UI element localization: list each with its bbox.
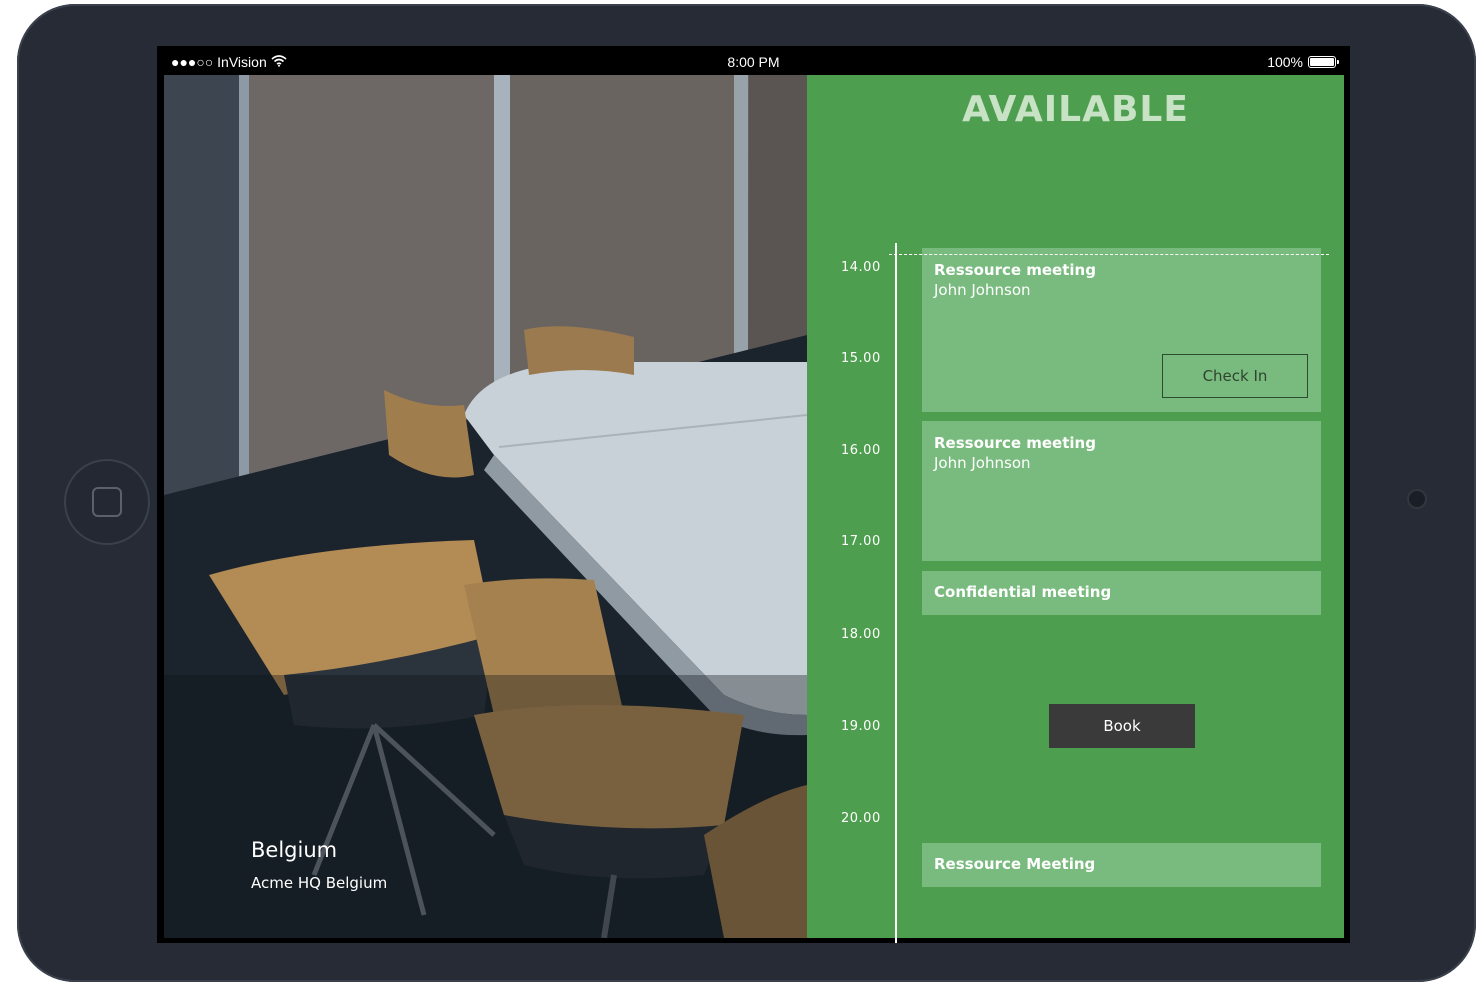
hour-label: 15.00 (841, 351, 881, 366)
hour-label: 19.00 (841, 719, 881, 734)
status-bar: ●●●○○ InVision 8:00 PM 100% (157, 46, 1350, 75)
event-title: Ressource meeting (934, 261, 1096, 279)
event-title: Confidential meeting (934, 583, 1112, 601)
camera-icon (1407, 489, 1427, 509)
room-photo: Belgium Acme HQ Belgium (164, 75, 807, 938)
hour-label: 17.00 (841, 534, 881, 549)
room-location: Acme HQ Belgium (251, 874, 388, 892)
screen: ●●●○○ InVision 8:00 PM 100% Belgium Acme… (157, 46, 1350, 943)
hour-label: 14.00 (841, 260, 881, 275)
timeline-axis (895, 243, 897, 943)
event-organizer: John Johnson (934, 281, 1031, 299)
room-name: Belgium (251, 838, 338, 862)
event-card[interactable]: Confidential meeting (922, 571, 1321, 615)
book-button[interactable]: Book (1049, 704, 1195, 748)
hour-label: 16.00 (841, 443, 881, 458)
availability-status: AVAILABLE (962, 89, 1189, 130)
battery-icon (1308, 56, 1339, 68)
event-title: Ressource Meeting (934, 855, 1096, 873)
battery-label: 100% (1267, 54, 1303, 70)
event-organizer: John Johnson (934, 454, 1031, 472)
event-card[interactable]: Ressource Meeting (922, 843, 1321, 887)
current-time-indicator (889, 254, 1329, 255)
event-title: Ressource meeting (934, 434, 1096, 452)
clock: 8:00 PM (727, 54, 780, 70)
hour-label: 18.00 (841, 627, 881, 642)
event-card[interactable]: Ressource meeting John Johnson Check In (922, 248, 1321, 412)
hour-label: 20.00 (841, 811, 881, 826)
home-button-icon[interactable] (64, 459, 150, 545)
battery-status: 100% (1267, 54, 1339, 70)
event-card[interactable]: Ressource meeting John Johnson (922, 421, 1321, 561)
schedule-panel: AVAILABLE 14.00 15.00 16.00 17.00 18.00 … (807, 75, 1344, 943)
check-in-button[interactable]: Check In (1162, 354, 1308, 398)
